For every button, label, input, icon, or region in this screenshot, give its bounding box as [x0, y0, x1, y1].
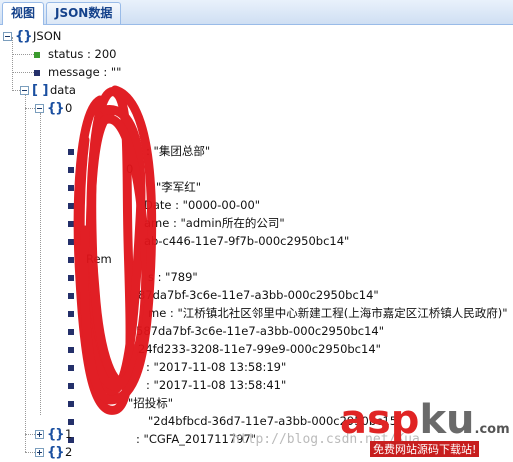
- tab-json-data[interactable]: JSON数据: [46, 2, 122, 24]
- tree-connector: [25, 434, 35, 435]
- field-label: ab-c446-11e7-9f7b-000c2950bc14": [144, 234, 350, 248]
- array-icon: [ ]: [32, 83, 49, 98]
- node-label: 2: [65, 445, 73, 459]
- logo-ku-text: ku: [419, 397, 475, 443]
- logo-tagline: 免费网站源码下载站!: [370, 441, 480, 457]
- value-bullet-icon: [34, 52, 40, 58]
- red-scribble-redaction: [73, 85, 157, 415]
- expand-icon[interactable]: [35, 430, 44, 439]
- field-label: 587da7bf-3c6e-11e7-a3bb-000c2950bc14": [136, 324, 385, 338]
- expand-icon[interactable]: [35, 448, 44, 457]
- collapse-icon[interactable]: [3, 32, 12, 41]
- collapse-icon[interactable]: [35, 104, 44, 113]
- tree-connector: [12, 37, 13, 91]
- field-label: 87da7bf-3c6e-11e7-a3bb-000c2950bc14": [138, 288, 379, 302]
- tree-connector: [25, 452, 35, 453]
- object-icon: {}: [47, 427, 64, 442]
- collapse-icon[interactable]: [20, 86, 29, 95]
- tree-connector: [25, 108, 35, 109]
- logo-com-text: .com: [474, 422, 510, 437]
- tree-connector: [25, 95, 26, 452]
- site-logo: aspku.com 免费网站源码下载站!: [340, 398, 510, 462]
- field-label: me : "江桥镇北社区邻里中心新建工程(上海市嘉定区江桥镇人民政府)": [148, 306, 508, 320]
- node-label: 1: [65, 427, 73, 441]
- tree-connector: [12, 54, 34, 55]
- tree-connector: [40, 113, 41, 415]
- node-label: message : "": [48, 65, 122, 79]
- value-bullet-icon: [34, 70, 40, 76]
- tab-view[interactable]: 视图: [2, 2, 45, 25]
- node-label: JSON: [33, 29, 62, 43]
- object-icon: {}: [47, 445, 64, 460]
- tab-bar: 视图 JSON数据: [0, 0, 513, 25]
- object-icon: {}: [15, 29, 32, 44]
- tree-connector: [12, 72, 34, 73]
- node-label: status : 200: [48, 47, 117, 61]
- logo-asp-text: asp: [340, 397, 420, 443]
- field-label: 24fd233-3208-11e7-99e9-000c2950bc14": [138, 342, 381, 356]
